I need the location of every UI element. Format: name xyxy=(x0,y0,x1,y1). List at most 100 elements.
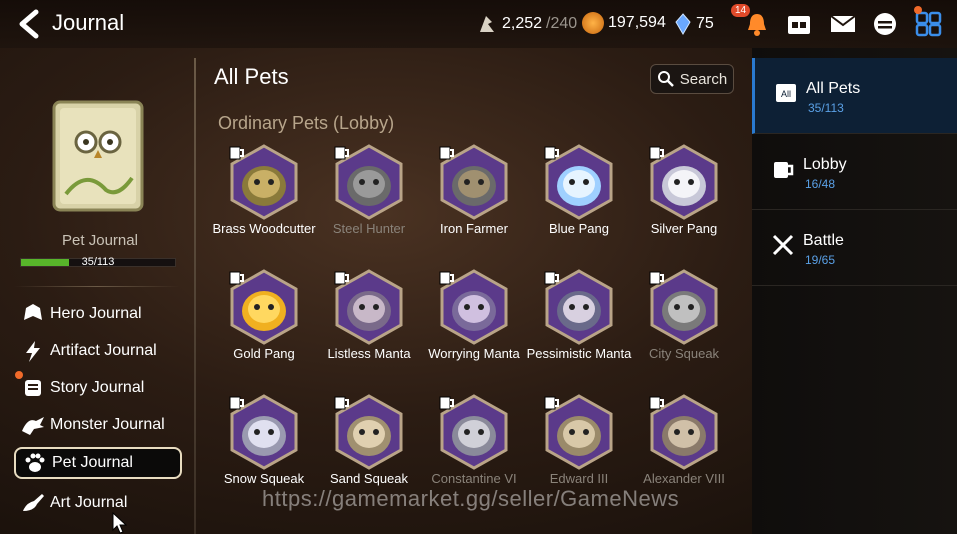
pet-card-city-squeak[interactable]: City Squeak xyxy=(632,269,736,389)
nav-art-journal[interactable]: Art Journal xyxy=(14,487,182,519)
lobby-mug-icon xyxy=(229,396,244,410)
pet-card-listless-manta[interactable]: Listless Manta xyxy=(317,269,421,389)
lobby-mug-icon xyxy=(334,396,349,410)
nav-label: Monster Journal xyxy=(50,416,165,433)
search-icon xyxy=(657,71,674,87)
mail-icon[interactable] xyxy=(828,10,858,38)
pet-name: Worrying Manta xyxy=(428,346,520,361)
nav-hero-journal[interactable]: Hero Journal xyxy=(14,298,182,330)
hero-helmet-icon xyxy=(24,304,42,320)
paw-icon xyxy=(25,453,45,472)
pet-name: Listless Manta xyxy=(327,346,411,361)
pet-name: Silver Pang xyxy=(650,221,718,236)
lobby-mug-icon xyxy=(544,396,559,410)
lightning-icon xyxy=(26,341,40,362)
tab-lobby[interactable]: Lobby 16/48 xyxy=(752,134,957,210)
menu-grid-icon[interactable] xyxy=(914,10,944,38)
chat-icon[interactable] xyxy=(870,10,900,38)
tab-label: Lobby xyxy=(803,156,847,173)
scroll-icon xyxy=(25,380,41,396)
journal-sidebar: Pet Journal 35/113 Hero Journal Artifact… xyxy=(0,48,190,534)
search-label: Search xyxy=(679,70,728,88)
lobby-mug-icon xyxy=(439,146,454,160)
nav-monster-journal[interactable]: Monster Journal xyxy=(14,409,182,441)
section-label: Ordinary Pets (Lobby) xyxy=(218,113,395,133)
tab-label: All Pets xyxy=(806,80,861,97)
nav-artifact-journal[interactable]: Artifact Journal xyxy=(14,335,182,367)
lobby-mug-icon xyxy=(334,271,349,285)
brush-icon xyxy=(23,494,44,511)
menu-alert-dot xyxy=(914,6,922,14)
search-button[interactable]: Search xyxy=(650,64,734,94)
tab-count: 16/48 xyxy=(805,177,836,191)
crystal-value: 75 xyxy=(696,15,714,32)
notification-badge: 14 xyxy=(731,4,751,17)
pet-name: Snow Squeak xyxy=(223,471,305,486)
lobby-mug-icon xyxy=(649,396,664,410)
pet-card-pessimistic-manta[interactable]: Pessimistic Manta xyxy=(527,269,631,389)
mouse-cursor-icon xyxy=(112,512,128,534)
stamina-value: 2,252 xyxy=(502,15,543,32)
top-bar: Journal 2,252 /240 197,594 75 14 xyxy=(0,0,957,48)
pet-name: Blue Pang xyxy=(549,221,609,236)
pet-card-blue-pang[interactable]: Blue Pang xyxy=(527,144,631,264)
lobby-mug-icon xyxy=(439,271,454,285)
nav-label: Artifact Journal xyxy=(50,342,157,359)
back-arrow-icon[interactable] xyxy=(14,8,44,40)
dragon-icon xyxy=(22,417,44,435)
journal-progress-bar: 35/113 xyxy=(20,256,176,268)
pets-title: All Pets xyxy=(214,64,289,89)
tab-count: 35/113 xyxy=(808,101,844,115)
lobby-mug-icon xyxy=(439,396,454,410)
tab-count: 19/65 xyxy=(805,253,836,267)
gold-counter: 197,594 xyxy=(582,12,666,34)
stamina-max: /240 xyxy=(546,15,578,32)
gold-coin-icon xyxy=(582,12,604,34)
nav-story-journal[interactable]: Story Journal xyxy=(14,372,182,404)
lobby-mug-icon xyxy=(649,271,664,285)
story-alert-dot xyxy=(15,371,23,379)
category-panel: All All Pets 35/113 Lobby 16/48 Battle 1… xyxy=(752,48,957,534)
nav-label: Art Journal xyxy=(50,494,128,511)
shop-icon[interactable] xyxy=(784,10,814,38)
pet-card-iron-farmer[interactable]: Iron Farmer xyxy=(422,144,526,264)
lobby-mug-icon xyxy=(334,146,349,160)
lobby-mug-icon xyxy=(229,146,244,160)
sidebar-divider xyxy=(14,286,180,287)
tab-label: Battle xyxy=(803,232,844,249)
stamina-counter: 2,252 /240 xyxy=(476,12,577,36)
page-title: Journal xyxy=(52,10,125,35)
stamina-icon xyxy=(480,16,494,32)
watermark-text: https://gamemarket.gg/seller/GameNews xyxy=(262,486,680,511)
pet-card-brass-woodcutter[interactable]: Brass Woodcutter xyxy=(212,144,316,264)
tab-battle[interactable]: Battle 19/65 xyxy=(752,210,957,286)
pet-card-silver-pang[interactable]: Silver Pang xyxy=(632,144,736,264)
lobby-mug-icon xyxy=(544,271,559,285)
pet-card-steel-hunter[interactable]: Steel Hunter xyxy=(317,144,421,264)
lobby-mug-icon xyxy=(649,146,664,160)
journal-book-label: Pet Journal xyxy=(62,232,138,249)
journal-progress-text: 35/113 xyxy=(81,256,115,268)
lobby-mug-icon xyxy=(229,271,244,285)
crystal-icon xyxy=(675,13,691,35)
nav-label: Hero Journal xyxy=(50,305,142,322)
pet-name: City Squeak xyxy=(648,346,720,361)
pet-name: Sand Squeak xyxy=(329,471,409,486)
crossed-swords-icon xyxy=(772,234,794,256)
nav-pet-journal[interactable]: Pet Journal xyxy=(14,447,182,479)
pet-name: Alexander VIII xyxy=(643,471,725,486)
pet-card-worrying-manta[interactable]: Worrying Manta xyxy=(422,269,526,389)
sidebar-separator xyxy=(194,58,196,534)
all-icon: All xyxy=(776,84,796,102)
pet-name: Pessimistic Manta xyxy=(526,346,632,361)
pet-name: Constantine VI xyxy=(431,471,517,486)
pet-card-gold-pang[interactable]: Gold Pang xyxy=(212,269,316,389)
pet-name: Brass Woodcutter xyxy=(212,221,316,236)
pet-name: Iron Farmer xyxy=(440,221,508,236)
nav-label: Pet Journal xyxy=(52,454,133,471)
svg-text:All: All xyxy=(781,89,791,99)
tab-all-pets[interactable]: All All Pets 35/113 xyxy=(752,58,957,134)
gold-value: 197,594 xyxy=(608,14,666,31)
crystal-counter: 75 xyxy=(674,12,714,36)
mug-icon xyxy=(774,162,794,178)
